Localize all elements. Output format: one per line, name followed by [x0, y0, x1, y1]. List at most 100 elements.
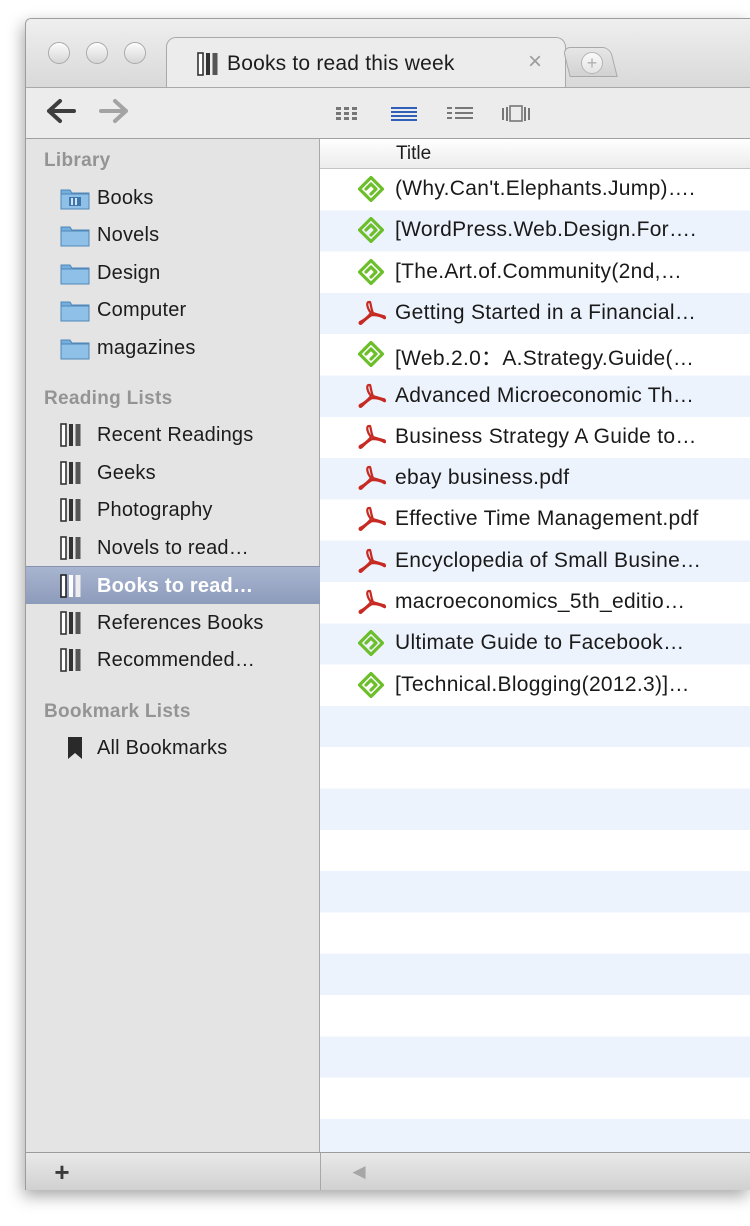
toolbar	[26, 87, 750, 139]
bookmark-lists-header: Bookmark Lists	[44, 701, 191, 722]
table-row[interactable]: ebay business.pdf	[320, 458, 750, 499]
book-list: (Why.Can't.Elephants.Jump)…. [WordPress.W…	[320, 169, 750, 1152]
table-row[interactable]: Ultimate Guide to Facebook…	[320, 623, 750, 664]
table-row[interactable]: Encyclopedia of Small Busine…	[320, 541, 750, 582]
sidebar-item-geeks[interactable]: Geeks	[26, 454, 320, 492]
pdf-icon	[358, 424, 387, 455]
book-title: Effective Time Management.pdf	[395, 507, 699, 531]
sidebar-item-label: Books to read…	[97, 575, 254, 597]
plus-icon[interactable]: +	[581, 52, 603, 74]
sidebar-item-books[interactable]: Books	[26, 179, 320, 217]
arrow-right-icon	[99, 99, 128, 123]
pdf-icon	[358, 506, 387, 537]
book-folder-icon	[60, 186, 90, 215]
book-title: [Web.2.0：A.Strategy.Guide(…	[395, 347, 695, 371]
pdf-icon	[358, 465, 387, 496]
sidebar-item-label: magazines	[97, 337, 196, 359]
book-title: Encyclopedia of Small Busine…	[395, 548, 702, 572]
sidebar-item-references-books[interactable]: References Books	[26, 604, 320, 642]
reading-list-icon	[197, 52, 219, 81]
folder-icon	[60, 298, 90, 327]
add-button[interactable]: +	[48, 1157, 76, 1187]
table-row[interactable]: macroeconomics_5th_editio…	[320, 582, 750, 623]
sidebar-item-label: Novels	[97, 224, 160, 246]
sidebar-item-label: References Books	[97, 612, 264, 634]
sidebar-item-novels[interactable]: Novels	[26, 216, 320, 254]
epub-icon	[357, 341, 385, 372]
sidebar-item-design[interactable]: Design	[26, 254, 320, 292]
pdf-icon	[358, 589, 387, 620]
pdf-icon	[358, 300, 387, 331]
sidebar-item-computer[interactable]: Computer	[26, 291, 320, 329]
sidebar-item-recommended[interactable]: Recommended…	[26, 641, 320, 679]
reading-list-icon	[60, 574, 82, 603]
reading-list-icon	[60, 498, 82, 527]
reading-lists-header: Reading Lists	[44, 388, 173, 409]
book-title: [The.Art.of.Community(2nd,…	[395, 259, 683, 283]
bookmark-icon	[66, 736, 84, 765]
tab-books-to-read[interactable]: Books to read this week ×	[166, 37, 566, 88]
table-row[interactable]: (Why.Can't.Elephants.Jump)….	[320, 169, 750, 210]
back-button[interactable]	[44, 97, 78, 129]
table-row[interactable]: Effective Time Management.pdf	[320, 499, 750, 540]
sidebar-item-label: Computer	[97, 299, 187, 321]
table-row[interactable]: [The.Art.of.Community(2nd,…	[320, 252, 750, 293]
book-title: [WordPress.Web.Design.For….	[395, 218, 697, 242]
bottom-bar: + ◀	[26, 1152, 750, 1190]
epub-icon	[357, 217, 385, 248]
arrow-left-icon	[47, 99, 76, 123]
epub-icon	[357, 175, 385, 207]
table-row[interactable]: [WordPress.Web.Design.For….	[320, 210, 750, 251]
sidebar-item-label: Books	[97, 187, 154, 209]
sidebar-item-label: Novels to read…	[97, 537, 249, 559]
sidebar-item-all-bookmarks[interactable]: All Bookmarks	[26, 729, 320, 767]
list-view-icon	[391, 107, 417, 121]
sidebar-item-magazines[interactable]: magazines	[26, 329, 320, 367]
reading-list-icon	[60, 536, 82, 565]
tab-close-icon[interactable]: ×	[522, 49, 548, 75]
book-title: (Why.Can't.Elephants.Jump)….	[395, 177, 696, 200]
sidebar-item-label: All Bookmarks	[97, 737, 228, 759]
detail-view-button[interactable]	[446, 104, 476, 124]
table-row[interactable]: Business Strategy A Guide to…	[320, 417, 750, 458]
reading-list-icon	[60, 648, 82, 677]
close-window-button[interactable]	[48, 42, 70, 64]
sidebar: Library Books Novels Design Computer mag…	[26, 139, 320, 1152]
divider	[320, 1153, 321, 1190]
sidebar-item-label: Recent Readings	[97, 424, 254, 446]
table-row[interactable]: Getting Started in a Financial…	[320, 293, 750, 334]
column-header-title[interactable]: Title	[320, 139, 750, 169]
app-window: Books to read this week × + Library Book…	[25, 18, 750, 1190]
table-row[interactable]: Advanced Microeconomic Th…	[320, 376, 750, 417]
cover-view-button[interactable]	[501, 104, 531, 124]
reading-list-icon	[60, 461, 82, 490]
sidebar-item-recent-readings[interactable]: Recent Readings	[26, 416, 320, 454]
cover-flow-icon	[502, 105, 530, 122]
book-title: Getting Started in a Financial…	[395, 300, 697, 324]
table-row[interactable]: [Web.2.0：A.Strategy.Guide(…	[320, 334, 750, 375]
book-title: [Technical.Blogging(2012.3)]…	[395, 672, 690, 696]
library-header: Library	[44, 150, 111, 171]
grid-view-button[interactable]	[334, 104, 364, 124]
sidebar-item-books-to-read[interactable]: Books to read…	[26, 566, 320, 604]
list-view-button[interactable]	[390, 104, 420, 124]
zoom-window-button[interactable]	[124, 42, 146, 64]
table-row[interactable]: [Technical.Blogging(2012.3)]…	[320, 665, 750, 706]
book-title: Business Strategy A Guide to…	[395, 424, 697, 448]
detail-list-icon	[447, 107, 473, 119]
sidebar-item-label: Photography	[97, 499, 213, 521]
sidebar-item-novels-to-read[interactable]: Novels to read…	[26, 529, 320, 567]
pdf-icon	[358, 548, 387, 579]
minimize-window-button[interactable]	[86, 42, 108, 64]
epub-icon	[357, 671, 385, 703]
grid-view-icon	[336, 107, 357, 120]
forward-button[interactable]	[97, 97, 131, 129]
sidebar-item-photography[interactable]: Photography	[26, 491, 320, 529]
sidebar-item-label: Geeks	[97, 462, 156, 484]
book-title: ebay business.pdf	[395, 466, 570, 490]
reading-list-icon	[60, 611, 82, 640]
epub-icon	[357, 258, 385, 290]
folder-icon	[60, 261, 90, 290]
scroll-left-arrow-icon[interactable]: ◀	[348, 1161, 370, 1183]
book-title: Advanced Microeconomic Th…	[395, 383, 695, 407]
